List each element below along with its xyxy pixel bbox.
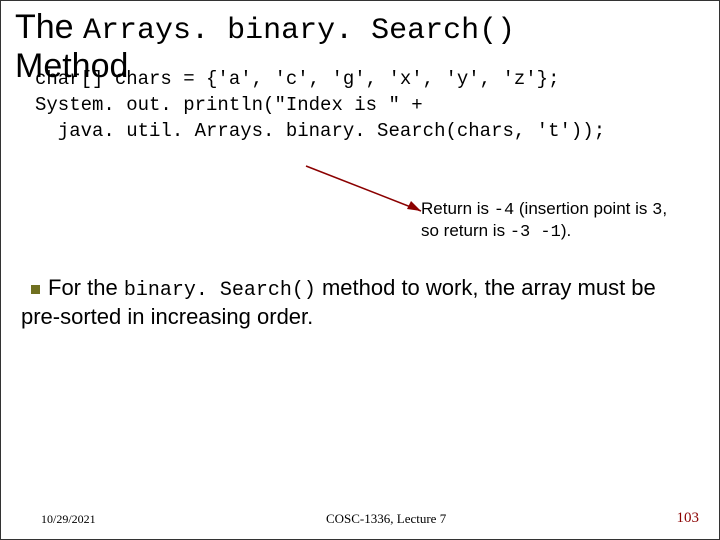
body-paragraph: For the binary. Search() method to work,… — [21, 274, 689, 331]
title-mono: Arrays. binary. Search() — [83, 14, 515, 48]
annotation-text: Return is -4 (insertion point is 3, so r… — [421, 199, 681, 244]
code-line3: java. util. Arrays. binary. Search(chars… — [35, 120, 605, 142]
footer-date: 10/29/2021 — [41, 512, 96, 527]
footer: 10/29/2021 COSC-1336, Lecture 7 103 — [1, 510, 719, 527]
footer-center: COSC-1336, Lecture 7 — [326, 511, 446, 527]
bullet-icon — [31, 285, 40, 294]
title-pre: The — [15, 8, 83, 46]
arrow-icon — [291, 161, 441, 226]
code-line1: char[] chars = {'a', 'c', 'g', 'x', 'y',… — [35, 68, 560, 90]
code-line2: System. out. println("Index is " + — [35, 94, 423, 116]
code-block: char[] chars = {'a', 'c', 'g', 'x', 'y',… — [35, 67, 719, 144]
footer-page: 103 — [677, 510, 700, 527]
